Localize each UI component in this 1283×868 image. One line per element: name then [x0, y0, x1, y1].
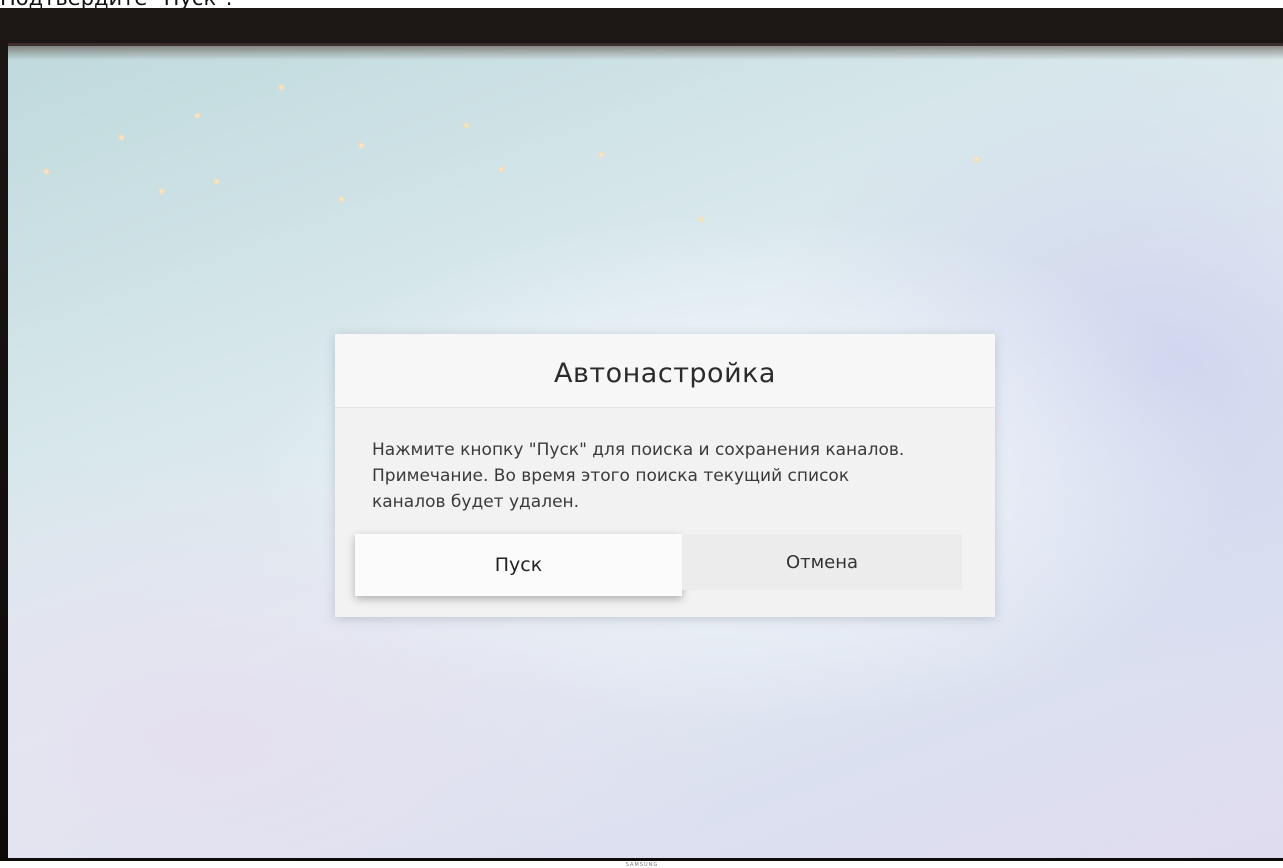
background-light-dot: [213, 178, 220, 185]
tv-bezel: Автонастройка Нажмите кнопку "Пуск" для …: [0, 8, 1283, 868]
background-light-dot: [463, 122, 470, 129]
background-light-dot: [278, 84, 285, 91]
background-light-dot: [973, 156, 980, 163]
dialog-message: Нажмите кнопку "Пуск" для поиска и сохра…: [372, 437, 972, 515]
background-light-dot: [158, 188, 165, 195]
background-light-dot: [118, 134, 125, 141]
photo-caption: Подтвердите "Пуск".: [0, 0, 232, 10]
background-light-dot: [194, 112, 201, 119]
background-light-dot: [698, 216, 705, 223]
tv-brand-logo: SAMSUNG: [625, 862, 659, 868]
dialog-title: Автонастройка: [554, 358, 776, 389]
dialog-header: Автонастройка: [335, 334, 995, 408]
background-light-dot: [598, 151, 605, 158]
tv-screen: Автонастройка Нажмите кнопку "Пуск" для …: [8, 43, 1283, 858]
dialog-message-line: Нажмите кнопку "Пуск" для поиска и сохра…: [372, 440, 905, 460]
dialog-message-line: Примечание. Во время этого поиска текущи…: [372, 466, 850, 486]
background-light-dot: [498, 166, 505, 173]
background-light-dot: [358, 142, 365, 149]
screen-edge-shadow: [8, 46, 1283, 60]
background-light-dot: [43, 168, 50, 175]
cancel-button[interactable]: Отмена: [682, 534, 962, 590]
start-button[interactable]: Пуск: [355, 534, 682, 596]
background-light-dot: [338, 196, 345, 203]
dialog-message-line: каналов будет удален.: [372, 492, 580, 512]
